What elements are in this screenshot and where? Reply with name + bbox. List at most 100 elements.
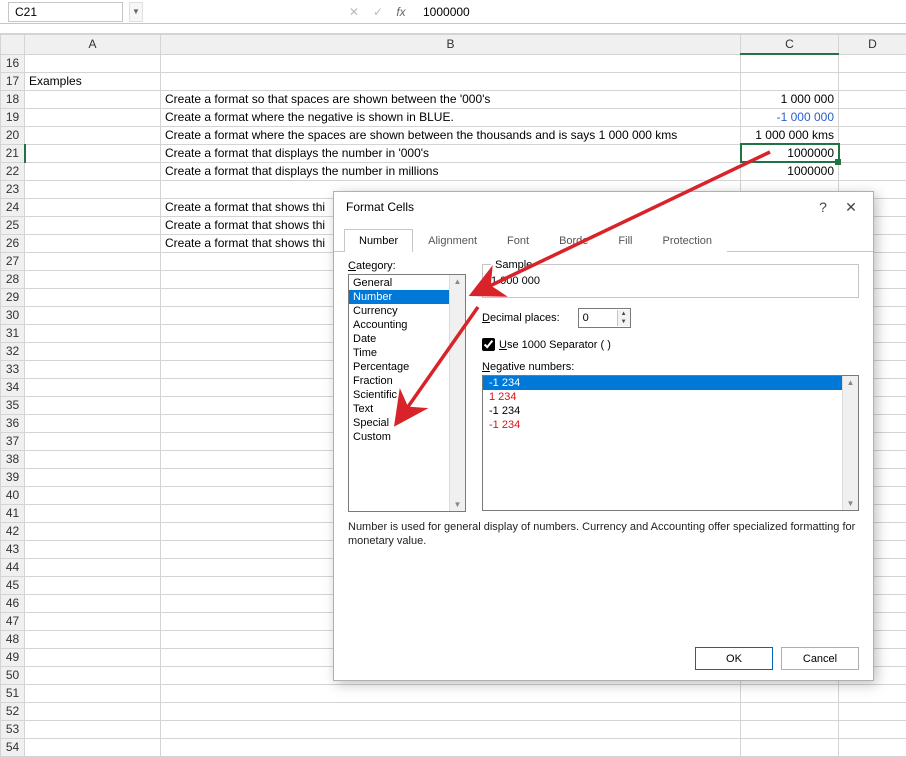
cell[interactable]: Create a format that displays the number… xyxy=(161,144,741,162)
cell[interactable] xyxy=(25,576,161,594)
col-header-D[interactable]: D xyxy=(839,35,906,55)
cell[interactable] xyxy=(25,522,161,540)
cell[interactable] xyxy=(741,54,839,72)
cell[interactable] xyxy=(25,162,161,180)
cell[interactable] xyxy=(25,414,161,432)
scroll-down-icon[interactable]: ▼ xyxy=(454,500,462,509)
cell[interactable]: Create a format so that spaces are shown… xyxy=(161,90,741,108)
cell[interactable] xyxy=(161,72,741,90)
row-header[interactable]: 52 xyxy=(1,702,25,720)
spin-down-icon[interactable]: ▼ xyxy=(618,318,630,326)
cell[interactable] xyxy=(25,630,161,648)
row-header[interactable]: 45 xyxy=(1,576,25,594)
name-box[interactable] xyxy=(8,2,123,22)
category-item[interactable]: Custom xyxy=(349,430,465,444)
row-header[interactable]: 25 xyxy=(1,216,25,234)
category-item[interactable]: Fraction xyxy=(349,374,465,388)
row-header[interactable]: 39 xyxy=(1,468,25,486)
cell[interactable] xyxy=(161,54,741,72)
cell[interactable] xyxy=(741,72,839,90)
scroll-up-icon[interactable]: ▲ xyxy=(454,277,462,286)
cell[interactable] xyxy=(25,360,161,378)
row-header[interactable]: 37 xyxy=(1,432,25,450)
cell[interactable] xyxy=(839,72,906,90)
cell[interactable] xyxy=(25,270,161,288)
tab-borde[interactable]: Borde xyxy=(544,229,603,252)
cell[interactable]: Create a format where the negative is sh… xyxy=(161,108,741,126)
tab-number[interactable]: Number xyxy=(344,229,413,252)
cell[interactable] xyxy=(25,612,161,630)
cell[interactable] xyxy=(25,108,161,126)
col-header-B[interactable]: B xyxy=(161,35,741,55)
name-box-dropdown-icon[interactable]: ▼ xyxy=(129,2,143,22)
cell[interactable] xyxy=(25,252,161,270)
cell[interactable] xyxy=(839,702,906,720)
cell[interactable] xyxy=(839,126,906,144)
cell[interactable] xyxy=(25,504,161,522)
cell[interactable] xyxy=(25,216,161,234)
help-icon[interactable]: ? xyxy=(809,199,837,215)
cell[interactable] xyxy=(741,720,839,738)
row-header[interactable]: 31 xyxy=(1,324,25,342)
row-header[interactable]: 17 xyxy=(1,72,25,90)
category-item[interactable]: Text xyxy=(349,402,465,416)
category-item[interactable]: Currency xyxy=(349,304,465,318)
cell[interactable] xyxy=(25,684,161,702)
category-item[interactable]: Time xyxy=(349,346,465,360)
cell[interactable] xyxy=(25,594,161,612)
row-header[interactable]: 22 xyxy=(1,162,25,180)
cell[interactable] xyxy=(741,684,839,702)
row-header[interactable]: 35 xyxy=(1,396,25,414)
row-header[interactable]: 27 xyxy=(1,252,25,270)
row-header[interactable]: 34 xyxy=(1,378,25,396)
cell[interactable] xyxy=(25,738,161,756)
cell[interactable] xyxy=(161,720,741,738)
tab-font[interactable]: Font xyxy=(492,229,544,252)
cell[interactable] xyxy=(25,90,161,108)
cell[interactable] xyxy=(161,684,741,702)
tab-alignment[interactable]: Alignment xyxy=(413,229,492,252)
close-icon[interactable]: ✕ xyxy=(837,199,865,216)
col-header-C[interactable]: C xyxy=(741,35,839,55)
cell[interactable] xyxy=(741,738,839,756)
category-item[interactable]: Number xyxy=(349,290,465,304)
cell[interactable] xyxy=(839,90,906,108)
row-header[interactable]: 24 xyxy=(1,198,25,216)
cell[interactable]: Create a format that displays the number… xyxy=(161,162,741,180)
cell[interactable] xyxy=(839,738,906,756)
cancel-formula-icon[interactable]: ✕ xyxy=(345,5,363,19)
negative-option[interactable]: -1 234 xyxy=(483,376,858,390)
cell[interactable] xyxy=(25,342,161,360)
row-header[interactable]: 49 xyxy=(1,648,25,666)
category-item[interactable]: Scientific xyxy=(349,388,465,402)
row-header[interactable]: 33 xyxy=(1,360,25,378)
row-header[interactable]: 21 xyxy=(1,144,25,162)
cell[interactable] xyxy=(25,666,161,684)
category-item[interactable]: Percentage xyxy=(349,360,465,374)
row-header[interactable]: 42 xyxy=(1,522,25,540)
row-header[interactable]: 26 xyxy=(1,234,25,252)
scroll-down-icon[interactable]: ▼ xyxy=(847,499,855,508)
formula-value[interactable]: 1000000 xyxy=(415,5,470,19)
row-header[interactable]: 38 xyxy=(1,450,25,468)
fx-icon[interactable]: fx xyxy=(393,5,409,19)
select-all-corner[interactable] xyxy=(1,35,25,55)
row-header[interactable]: 19 xyxy=(1,108,25,126)
decimal-places-input[interactable] xyxy=(579,311,617,325)
cell[interactable] xyxy=(741,702,839,720)
row-header[interactable]: 48 xyxy=(1,630,25,648)
cell[interactable] xyxy=(25,180,161,198)
col-header-A[interactable]: A xyxy=(25,35,161,55)
ok-button[interactable]: OK xyxy=(695,647,773,670)
cell[interactable] xyxy=(839,54,906,72)
cell[interactable] xyxy=(839,720,906,738)
row-header[interactable]: 23 xyxy=(1,180,25,198)
cell[interactable] xyxy=(25,540,161,558)
use-separator-checkbox[interactable] xyxy=(482,338,495,351)
row-header[interactable]: 50 xyxy=(1,666,25,684)
cell[interactable] xyxy=(161,738,741,756)
cancel-button[interactable]: Cancel xyxy=(781,647,859,670)
cell[interactable] xyxy=(25,396,161,414)
row-header[interactable]: 40 xyxy=(1,486,25,504)
cell[interactable] xyxy=(839,162,906,180)
